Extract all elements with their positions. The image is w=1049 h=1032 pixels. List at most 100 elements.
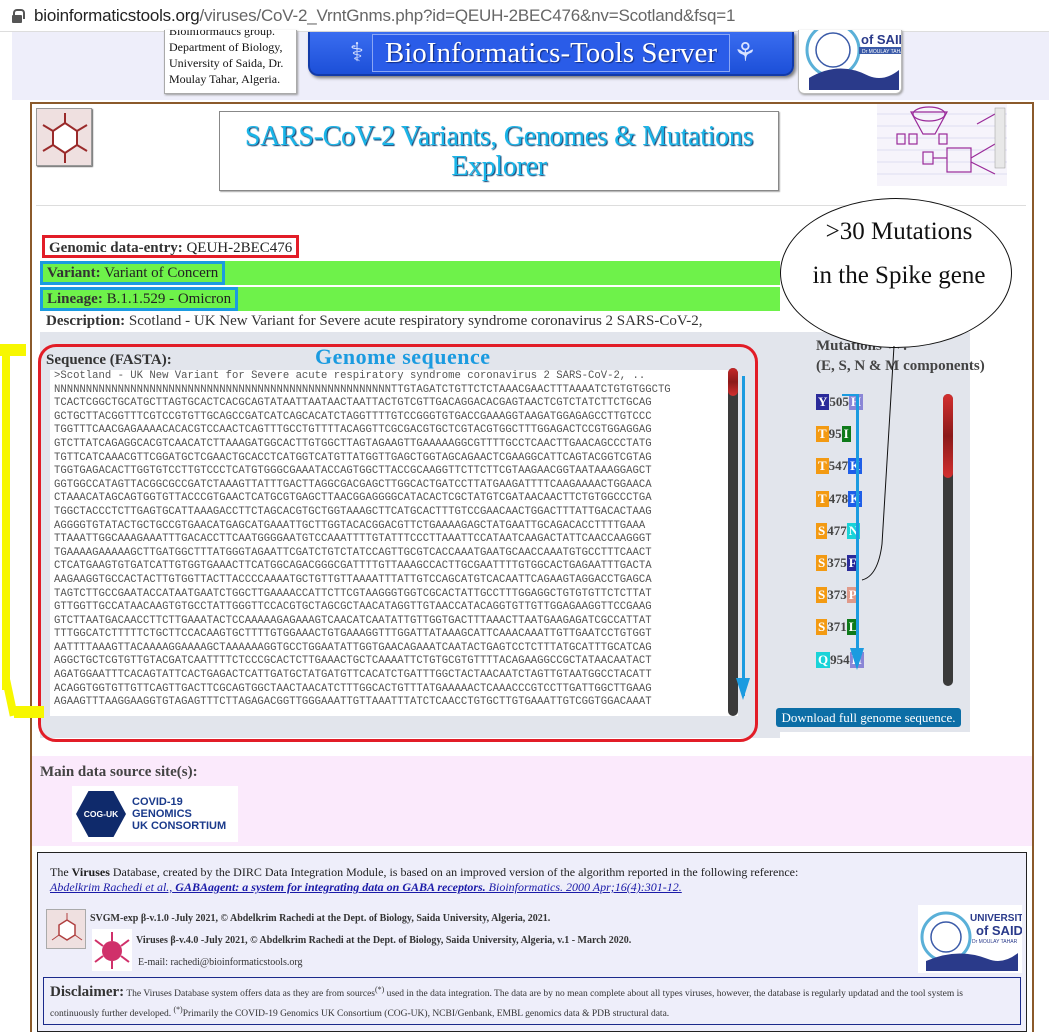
fasta-sequence-textarea[interactable]: >Scotland - UK New Variant for Severe ac… xyxy=(50,370,738,716)
virus-red-icon xyxy=(94,932,130,969)
yellow-bracket-annotation xyxy=(2,350,10,690)
address-bar[interactable]: bioinformaticstools.org/viruses/CoV-2_Vr… xyxy=(0,0,1049,32)
university-logo[interactable]: of SAIDA Dr MOULAY TAHAR xyxy=(798,30,902,94)
mutation-position: 505 xyxy=(829,394,849,409)
description-value: Scotland - UK New Variant for Severe acu… xyxy=(128,313,703,329)
genomic-entry: Genomic data-entry: QEUH-2BEC476 xyxy=(42,235,300,258)
department-info: Bioinformatics group. Department of Biol… xyxy=(164,30,297,94)
callout-text: >30 Mutations in the Spike gene xyxy=(812,218,986,289)
sequence-scrollbar[interactable] xyxy=(728,368,738,716)
sequence-line: TGGCTACCCTCTTGAGTGCATTAAAGACCTTCTAGCACGT… xyxy=(54,505,652,518)
reference-link[interactable]: Abdelkrim Rachedi et al., GABAagent: a s… xyxy=(50,880,682,895)
sequence-line: TTTGGCATCTTTTTCTGCTTCCACAAGTGCTTTTGTGGAA… xyxy=(54,628,652,641)
download-genome-button[interactable]: Download full genome sequence. xyxy=(776,708,961,727)
svg-text:Dr MOULAY TAHAR: Dr MOULAY TAHAR xyxy=(862,49,902,55)
data-sources-label: Main data source site(s): xyxy=(40,764,198,780)
mutation-position: 375 xyxy=(827,554,847,570)
scroll-arrow-annotation xyxy=(742,376,745,696)
mutation-from-residue: S xyxy=(816,587,828,604)
mutation-position: 547 xyxy=(828,458,849,474)
fasta-sequence-text: >Scotland - UK New Variant for Severe ac… xyxy=(50,370,738,710)
runner-icon: ⚘ xyxy=(733,38,757,67)
sequence-line: GCTGCTTACGGTTTCGTCCGTGTTGCAGCCGATCATCAGC… xyxy=(54,410,652,423)
dna-icon: ⚕ xyxy=(349,38,364,67)
sequence-line: TGGTGAGACACTTGGTGTCCTTGTCCCTCATGTGGGCGAA… xyxy=(54,465,652,478)
description-row: Description: Scotland - UK New Variant f… xyxy=(46,313,703,329)
mutation-from-residue: Q xyxy=(816,651,831,668)
contact-email: E-mail: rachedi@bioinformaticstools.org xyxy=(138,957,303,968)
mutation-from-residue: T xyxy=(816,458,829,475)
virus-icon xyxy=(42,113,88,163)
arrow-down-icon xyxy=(736,678,750,700)
university-saida-logo[interactable]: UNIVERSITY of SAIDA Dr MOULAY TAHAR xyxy=(918,905,1033,973)
reference-text: The Viruses Database, created by the DIR… xyxy=(50,865,799,879)
sequence-line: GTTGGTTGCCATAACAAGTGTGCCTATTGGGTTCCACGTG… xyxy=(54,601,652,614)
sequence-line: TGAAAAGAAAAAGCTTGATGGCTTTATGGGTAGAATTCGA… xyxy=(54,546,652,559)
svg-text:of SAIDA: of SAIDA xyxy=(976,923,1022,938)
genome-sequence-annotation: Genome sequence xyxy=(315,344,491,369)
virus-logo xyxy=(36,108,92,166)
mutation-position: 954 xyxy=(830,651,850,667)
mutation-position: 477 xyxy=(827,522,847,538)
mutations-scroll-thumb[interactable] xyxy=(943,394,953,478)
sequence-line: TGTTCATCAAACGTTCGGATGCTCGAACTGCACCTCATGG… xyxy=(54,451,652,464)
sequence-line: GGTGGCCATAGTTACGGCGCCGATCTAAAGTTATTTGACT… xyxy=(54,478,652,491)
sequence-line: AGAAGTTTAAGGAAGGTGTAGAGTTTCTTAGAGACGGTTG… xyxy=(54,696,652,709)
university-emblem-icon: of SAIDA Dr MOULAY TAHAR xyxy=(805,30,902,90)
variant-row: Variant: Variant of Concern xyxy=(40,261,780,285)
sequence-label: Sequence (FASTA): xyxy=(46,352,172,368)
sequence-scroll-thumb[interactable] xyxy=(728,368,738,396)
lock-icon xyxy=(12,8,25,23)
university-emblem-icon: UNIVERSITY of SAIDA Dr MOULAY TAHAR xyxy=(920,911,1033,971)
viruses-logo xyxy=(92,929,132,971)
coguk-logo-link[interactable]: COG-UK COVID-19 GENOMICS UK CONSORTIUM xyxy=(72,786,238,842)
mutation-from-residue: T xyxy=(816,426,829,443)
email-link[interactable]: rachedi@bioinformaticstools.org xyxy=(171,957,303,968)
callout-pointer-line xyxy=(861,345,895,581)
yellow-bracket-annotation xyxy=(14,706,44,718)
sequence-line: AGATGGAATTTCACAGTATTCACTGAGACTCATTGATGCT… xyxy=(54,669,652,682)
sequence-line: TAGTCTTGCCGAATACCATAATGAATCTGGCTTGAAAACC… xyxy=(54,587,652,600)
sequence-line: CTCATGAAGTGTGATCATTGTGGTGAAACTTCATGGCAGA… xyxy=(54,560,652,573)
svg-text:Dr MOULAY TAHAR: Dr MOULAY TAHAR xyxy=(972,939,1018,945)
arrow-down-icon xyxy=(850,648,864,670)
workflow-sketch-image xyxy=(877,104,1007,186)
svg-text:of SAIDA: of SAIDA xyxy=(861,32,902,47)
mutation-position: 373 xyxy=(827,587,847,603)
site-banner: Bioinformatics group. Department of Biol… xyxy=(12,30,1049,100)
lineage-value: B.1.1.529 - Omicron xyxy=(106,291,232,307)
sequence-line: NNNNNNNNNNNNNNNNNNNNNNNNNNNNNNNNNNNNNNNN… xyxy=(54,383,671,396)
mutation-from-residue: S xyxy=(816,619,828,636)
server-home-link[interactable]: ⚕ BioInformatics-Tools Server ⚘ xyxy=(308,32,794,76)
disclaimer: Disclaimer: The Viruses Database system … xyxy=(43,977,1021,1025)
svgm-logo xyxy=(46,909,86,949)
credit-svgm: SVGM-exp β-v.1.0 -July 2021, © Abdelkrim… xyxy=(90,913,551,924)
sequence-line: AATTTTAAAGTTACAAAAGGAAAAGCTAAAAAAGGTGCCT… xyxy=(54,641,652,654)
virus-icon xyxy=(51,913,83,941)
footer: The Viruses Database, created by the DIR… xyxy=(37,852,1033,1032)
sequence-line: AGGGGTGTATACTGCTGCCGTGAACATGAGCATGAAATTG… xyxy=(54,519,646,532)
mutation-position: 478 xyxy=(828,490,849,506)
lineage-row: Lineage: B.1.1.529 - Omicron xyxy=(40,287,780,311)
coguk-hex-icon: COG-UK xyxy=(76,791,126,837)
genomic-entry-id: QEUH-2BEC476 xyxy=(186,240,293,256)
sequence-line: CTAAACATAGCAGTGGTGTTACCCGTGAACTCATGCGTGA… xyxy=(54,492,652,505)
mutations-scrollbar[interactable] xyxy=(943,394,953,686)
sequence-line: GTCTTATCAGAGGCACGTCAACATCTTAAAGATGGCACTT… xyxy=(54,437,652,450)
mutation-to-residue: I xyxy=(841,426,851,443)
sequence-line: ACAGGTGGTGTTGTTCAGTTGACTTCGCAGTGGCTAACTA… xyxy=(54,682,652,695)
sequence-line: TTAAATTGGCAAAGAAATTTGACACCTTCAATGGGGAATG… xyxy=(54,533,652,546)
page-title: SARS-CoV-2 Variants, Genomes & Mutations… xyxy=(219,111,779,191)
mutation-from-residue: Y xyxy=(816,394,830,410)
main-frame: SARS-CoV-2 Variants, Genomes & Mutations… xyxy=(30,102,1034,1032)
sequence-line: GTCTTAATGACAACCTTCTTGAAATACTCCAAAAAGAGAA… xyxy=(54,614,652,627)
workflow-diagram-icon xyxy=(877,106,1007,175)
credit-viruses: Viruses β-v.4.0 -July 2021, © Abdelkrim … xyxy=(136,935,632,946)
sequence-line: AGGCTGCTCGTGTTGTACGATCAATTTTCTCCCGCACTCT… xyxy=(54,655,652,668)
fasta-header-line: >Scotland - UK New Variant for Severe ac… xyxy=(54,370,646,382)
sequence-line: TCACTCGGCTGCATGCTTAGTGCACTCACGCAGTATAATT… xyxy=(54,397,652,410)
url-text[interactable]: bioinformaticstools.org/viruses/CoV-2_Vr… xyxy=(34,6,735,26)
sequence-line: TGGTTTCAACGAGAAAACACACGTCCAACTCAGTTTGCCT… xyxy=(54,424,652,437)
mutation-position: 95 xyxy=(828,426,842,442)
mutation-from-residue: S xyxy=(816,554,828,571)
